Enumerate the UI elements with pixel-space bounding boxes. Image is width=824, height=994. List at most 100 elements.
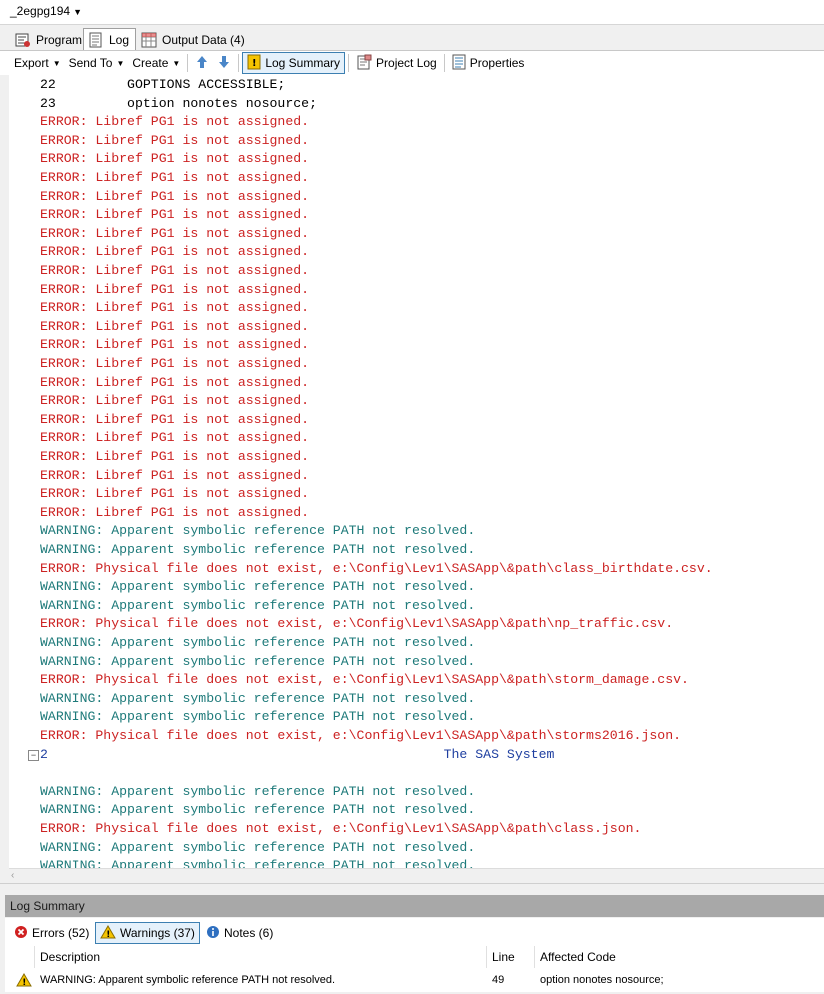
toolbar-separator: [187, 54, 189, 72]
project-log-button[interactable]: Project Log: [352, 53, 441, 73]
tab-log-label: Log: [109, 33, 130, 47]
warning-icon: !: [11, 970, 35, 990]
log-warning-line: WARNING: Apparent symbolic reference PAT…: [40, 783, 476, 799]
errors-filter-label: Errors (52): [32, 926, 90, 940]
window-title-bar: _2egpg194 ▼: [0, 0, 824, 25]
column-header-description[interactable]: Description: [35, 946, 487, 968]
log-toolbar: Export ▼ Send To ▼ Create ▼ ! Log Summary P…: [0, 50, 824, 76]
log-warning-line: WARNING: Apparent symbolic reference PAT…: [40, 635, 476, 650]
log-summary-button[interactable]: ! Log Summary: [242, 52, 346, 74]
program-icon: [15, 32, 31, 48]
log-warning-line: WARNING: Apparent symbolic reference PAT…: [40, 709, 476, 725]
log-error-line: ERROR: Libref PG1 is not assigned.: [40, 244, 310, 260]
next-button[interactable]: [213, 53, 235, 73]
log-error-line: ERROR: Libref PG1 is not assigned.: [40, 207, 310, 223]
tab-output-data-label: Output Data (4): [162, 32, 245, 47]
previous-button[interactable]: [191, 53, 213, 73]
project-log-label: Project Log: [376, 56, 437, 70]
properties-label: Properties: [469, 56, 525, 70]
log-summary-label: Log Summary: [265, 56, 341, 70]
log-error-line: ERROR: Libref PG1 is not assigned.: [40, 318, 310, 334]
window-title[interactable]: _2egpg194 ▼: [10, 4, 82, 18]
tab-output-data[interactable]: Output Data (4): [136, 28, 252, 51]
svg-text:!: !: [106, 930, 110, 939]
send-to-label: Send To: [68, 56, 113, 70]
log-error-line: ERROR: Libref PG1 is not assigned.: [40, 132, 310, 148]
log-error-line: ERROR: Libref PG1 is not assigned.: [40, 263, 310, 278]
properties-icon: [452, 54, 466, 73]
row-description: WARNING: Apparent symbolic reference PAT…: [40, 974, 336, 986]
log-warning-line: WARNING: Apparent symbolic reference PAT…: [40, 653, 476, 669]
log-error-line: ERROR: Physical file does not exist, e:\…: [40, 560, 713, 576]
log-summary-icon: !: [247, 54, 261, 73]
log-error-line: ERROR: Libref PG1 is not assigned.: [40, 374, 310, 390]
project-log-icon: [356, 54, 372, 73]
log-summary-title: Log Summary: [10, 899, 85, 913]
log-warning-line: WARNING: Apparent symbolic reference PAT…: [40, 690, 476, 706]
svg-text:!: !: [22, 978, 26, 987]
scroll-left-icon[interactable]: ‹: [11, 870, 14, 881]
warnings-filter-label: Warnings (37): [120, 926, 195, 940]
chevron-down-icon: ▼: [116, 58, 125, 68]
svg-text:!: !: [252, 58, 257, 69]
notes-filter-button[interactable]: Notes (6): [201, 922, 278, 944]
log-pane[interactable]: 22 GOPTIONS ACCESSIBLE; 23 option nonotes…: [9, 75, 824, 868]
log-warning-line: WARNING: Apparent symbolic reference PAT…: [40, 597, 476, 613]
log-error-line: ERROR: Libref PG1 is not assigned.: [40, 411, 310, 427]
log-warning-line: WARNING: Apparent symbolic reference PAT…: [40, 542, 476, 557]
log-warning-line: WARNING: Apparent symbolic reference PAT…: [40, 858, 476, 868]
log-summary-toolbar: Errors (52) ! Warnings (37) Notes (6): [5, 918, 824, 946]
export-button[interactable]: Export ▼: [10, 53, 65, 73]
column-header-affected-code[interactable]: Affected Code: [535, 946, 824, 968]
create-label: Create: [132, 56, 169, 70]
log-icon: [88, 32, 104, 48]
log-error-line: ERROR: Libref PG1 is not assigned.: [40, 188, 310, 204]
log-source-line: 23 option nonotes nosource;: [40, 95, 317, 111]
arrow-up-icon: [195, 55, 209, 72]
log-summary-header: Log Summary: [5, 895, 824, 917]
horizontal-scrollbar[interactable]: ‹: [9, 868, 824, 883]
window-title-text: _2egpg194: [10, 4, 71, 18]
log-error-line: ERROR: Libref PG1 is not assigned.: [40, 151, 310, 167]
log-error-line: ERROR: Libref PG1 is not assigned.: [40, 356, 310, 371]
log-error-line: ERROR: Libref PG1 is not assigned.: [40, 170, 310, 185]
notes-filter-label: Notes (6): [224, 926, 274, 940]
chevron-down-icon: ▼: [52, 58, 61, 68]
chevron-down-icon: ▼: [73, 7, 82, 17]
export-label: Export: [14, 56, 49, 70]
tab-strip: Program Log Output Data (4): [0, 25, 824, 51]
properties-button[interactable]: Properties: [448, 53, 529, 73]
log-error-line: ERROR: Libref PG1 is not assigned.: [40, 393, 310, 409]
toolbar-separator: [238, 54, 240, 72]
warning-icon: !: [100, 924, 116, 942]
arrow-down-icon: [217, 55, 231, 72]
tab-program[interactable]: Program: [10, 28, 89, 51]
chevron-down-icon: ▼: [172, 58, 181, 68]
log-page-header: 2 The SAS System: [40, 746, 555, 762]
log-error-line: ERROR: Physical file does not exist, e:\…: [40, 821, 642, 836]
output-data-icon: [141, 32, 157, 48]
error-icon: [14, 925, 28, 942]
info-icon: [206, 925, 220, 942]
collapse-icon[interactable]: −: [28, 749, 39, 761]
tab-log[interactable]: Log: [83, 28, 137, 51]
create-button[interactable]: Create ▼: [128, 53, 184, 73]
toolbar-separator: [443, 54, 445, 72]
warnings-filter-button[interactable]: ! Warnings (37): [95, 922, 200, 944]
log-error-line: ERROR: Libref PG1 is not assigned.: [40, 504, 310, 520]
log-warning-line: WARNING: Apparent symbolic reference PAT…: [40, 579, 476, 595]
log-summary-grid: Description Line Affected Code ! WARNING…: [5, 946, 824, 992]
log-warning-line: WARNING: Apparent symbolic reference PAT…: [40, 802, 476, 818]
pane-splitter[interactable]: [0, 883, 824, 894]
row-affected-code: option nonotes nosource;: [540, 974, 664, 986]
column-header-line[interactable]: Line: [487, 946, 535, 968]
log-warning-line: WARNING: Apparent symbolic reference PAT…: [40, 839, 476, 855]
log-error-line: ERROR: Libref PG1 is not assigned.: [40, 114, 310, 130]
log-error-line: ERROR: Physical file does not exist, e:\…: [40, 728, 682, 743]
log-error-line: ERROR: Libref PG1 is not assigned.: [40, 430, 310, 446]
send-to-button[interactable]: Send To ▼: [65, 53, 129, 73]
errors-filter-button[interactable]: Errors (52): [9, 922, 94, 944]
log-error-line: ERROR: Physical file does not exist, e:\…: [40, 616, 674, 632]
log-error-line: ERROR: Libref PG1 is not assigned.: [40, 337, 310, 353]
log-error-line: ERROR: Libref PG1 is not assigned.: [40, 281, 310, 297]
